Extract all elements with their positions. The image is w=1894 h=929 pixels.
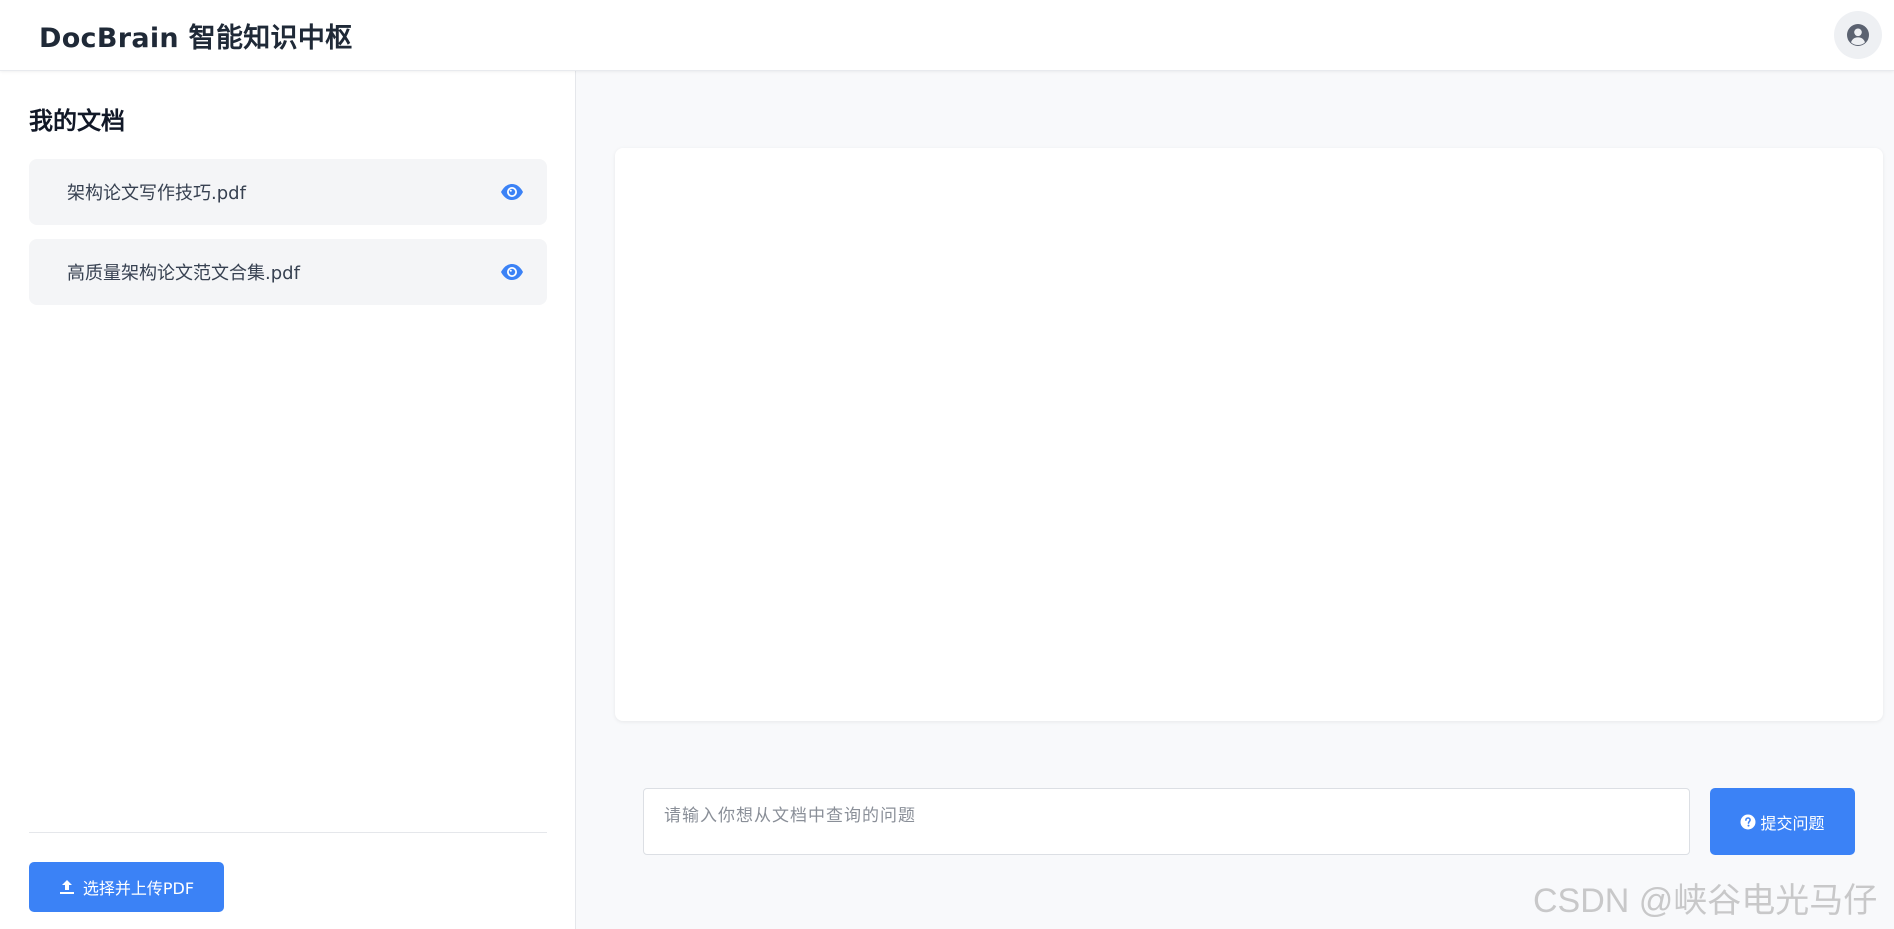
eye-icon[interactable] xyxy=(499,179,525,205)
submit-question-label: 提交问题 xyxy=(1760,813,1825,833)
watermark: CSDN @峡谷电光马仔 xyxy=(1533,882,1878,920)
upload-pdf-button[interactable]: 选择并上传PDF xyxy=(29,862,224,912)
document-item[interactable]: 架构论文写作技巧.pdf xyxy=(29,159,547,225)
sidebar-divider xyxy=(29,832,547,833)
document-list: 架构论文写作技巧.pdf 高质量架构论文范文合集.pdf xyxy=(29,159,547,319)
upload-pdf-label: 选择并上传PDF xyxy=(82,879,195,898)
submit-question-button[interactable]: 提交问题 xyxy=(1710,788,1855,855)
document-item[interactable]: 高质量架构论文范文合集.pdf xyxy=(29,239,547,305)
question-circle-icon xyxy=(1740,814,1756,829)
question-input[interactable] xyxy=(643,788,1690,855)
document-name: 高质量架构论文范文合集.pdf xyxy=(67,263,300,284)
upload-icon xyxy=(59,880,74,894)
eye-icon[interactable] xyxy=(499,259,525,285)
app-header: DocBrain 智能知识中枢 xyxy=(0,0,1894,71)
document-name: 架构论文写作技巧.pdf xyxy=(67,183,246,204)
user-avatar-button[interactable] xyxy=(1834,11,1882,59)
answer-panel xyxy=(615,148,1883,721)
app-title: DocBrain 智能知识中枢 xyxy=(39,22,353,54)
user-icon xyxy=(1847,24,1869,46)
documents-sidebar: 我的文档 架构论文写作技巧.pdf 高质量架构论文范文合集.pdf 选择并上传P… xyxy=(0,71,576,929)
sidebar-title: 我的文档 xyxy=(29,107,125,135)
